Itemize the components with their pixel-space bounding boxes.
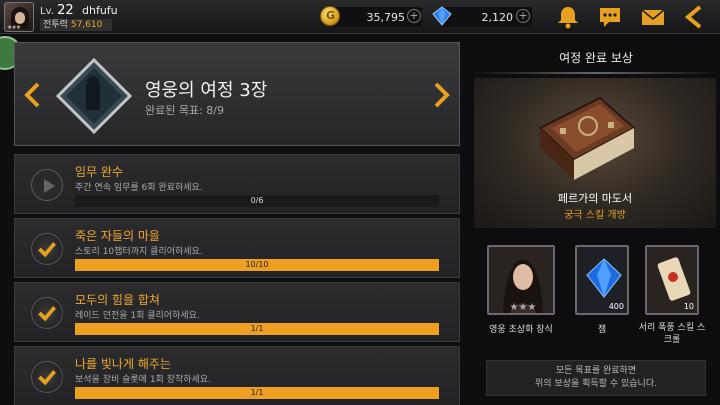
level-prefix: Lv. bbox=[40, 6, 54, 17]
combat-power: 전투력 57,610 bbox=[40, 19, 112, 31]
player-level: Lv. 22 bbox=[40, 3, 74, 18]
reward-item-label: 서리 폭풍 스킬 스크롤 bbox=[638, 323, 706, 345]
mission-description: 보석을 장비 슬롯에 1회 장착하세요. bbox=[75, 375, 211, 385]
back-arrow-icon[interactable] bbox=[682, 4, 708, 30]
grimoire-book-icon[interactable] bbox=[530, 88, 640, 188]
gold-amount: 35,795 bbox=[366, 11, 406, 24]
mission-progress-text: 1/1 bbox=[250, 388, 264, 397]
checkmark-icon bbox=[31, 233, 63, 265]
mission-row[interactable]: 나를 빛나게 해주는 보석을 장비 슬롯에 1회 장착하세요. 1/1 bbox=[14, 346, 460, 405]
mission-row[interactable]: 죽은 자들의 마을 스토리 10챕터까지 클리어하세요. 10/10 bbox=[14, 218, 460, 278]
combat-power-value: 57,610 bbox=[70, 20, 103, 30]
mission-progress-bar: 10/10 bbox=[75, 259, 439, 271]
level-number: 22 bbox=[57, 3, 74, 18]
mission-row[interactable]: 모두의 힘을 합쳐 레이드 던전을 1회 클리어하세요. 1/1 bbox=[14, 282, 460, 342]
main-reward-subtitle: 궁극 스킬 개방 bbox=[564, 210, 626, 221]
mission-progress-bar: 0/6 bbox=[75, 195, 439, 207]
gem-amount: 2,120 bbox=[481, 11, 514, 24]
reward-quantity: 10 bbox=[683, 302, 694, 311]
main-reward-name: 페르가의 마도서 bbox=[557, 192, 633, 205]
reward-quantity: 400 bbox=[608, 302, 624, 311]
mission-progress-text: 0/6 bbox=[250, 196, 264, 205]
mission-title: 임무 완수 bbox=[75, 165, 123, 179]
checkmark-icon bbox=[31, 297, 63, 329]
mission-title: 나를 빛나게 해주는 bbox=[75, 357, 171, 371]
blue-gem-icon bbox=[432, 6, 452, 26]
add-gems-button[interactable]: + bbox=[516, 9, 530, 23]
completed-goals: 완료된 목표: 8/9 bbox=[145, 104, 225, 117]
chat-icon[interactable] bbox=[597, 4, 623, 30]
mail-icon[interactable] bbox=[640, 4, 666, 30]
play-icon[interactable] bbox=[31, 169, 63, 201]
reward-notice: 모든 목표를 완료하면 위의 보상을 획득할 수 있습니다. bbox=[486, 360, 706, 396]
mission-description: 주간 연속 임무를 6회 완료하세요. bbox=[75, 183, 203, 193]
mission-progress-text: 1/1 bbox=[250, 324, 264, 333]
hero-portrait-icon: ★★★ bbox=[489, 247, 553, 313]
bell-icon[interactable] bbox=[555, 4, 581, 30]
mission-row[interactable]: 임무 완수 주간 연속 임무를 6회 완료하세요. 0/6 bbox=[14, 154, 460, 214]
reward-panel-title: 여정 완료 보상 bbox=[559, 51, 633, 65]
divider bbox=[472, 72, 720, 74]
player-avatar[interactable]: ★★★ bbox=[4, 2, 34, 32]
checkmark-icon bbox=[31, 361, 63, 393]
next-chapter-icon[interactable] bbox=[428, 80, 454, 110]
mission-description: 스토리 10챕터까지 클리어하세요. bbox=[75, 247, 203, 257]
mission-title: 죽은 자들의 마을 bbox=[75, 229, 160, 243]
combat-power-label: 전투력 bbox=[43, 20, 68, 30]
player-name: dhfufu bbox=[82, 4, 118, 17]
mission-title: 모두의 힘을 합쳐 bbox=[75, 293, 160, 307]
prev-chapter-icon[interactable] bbox=[20, 80, 46, 110]
reward-item-portrait[interactable]: ★★★ bbox=[487, 245, 555, 315]
mission-progress-bar: 1/1 bbox=[75, 387, 439, 399]
mission-description: 레이드 던전을 1회 클리어하세요. bbox=[75, 311, 200, 321]
gold-coin-icon bbox=[320, 6, 340, 26]
svg-text:★★★: ★★★ bbox=[510, 302, 537, 313]
reward-item-label: 젬 bbox=[597, 325, 607, 335]
chapter-emblem-icon bbox=[56, 58, 132, 134]
reward-item-label: 영웅 초상화 장식 bbox=[489, 325, 553, 335]
chapter-title: 영웅의 여정 3장 bbox=[145, 80, 268, 101]
mission-progress-text: 10/10 bbox=[245, 260, 269, 269]
reward-item-gems[interactable]: 400 bbox=[575, 245, 629, 315]
reward-item-scroll[interactable]: 10 bbox=[645, 245, 699, 315]
mission-progress-bar: 1/1 bbox=[75, 323, 439, 335]
add-gold-button[interactable]: + bbox=[407, 9, 421, 23]
